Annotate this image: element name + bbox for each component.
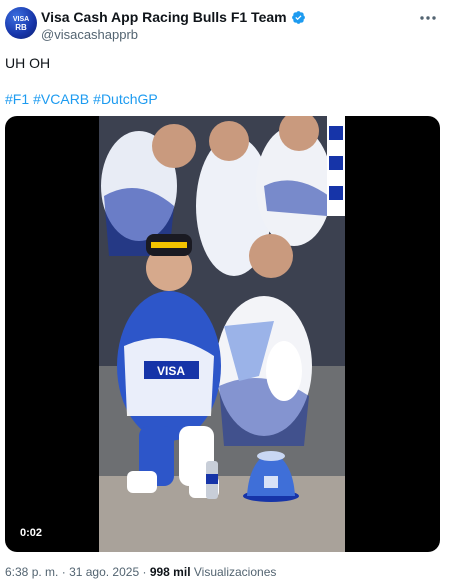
svg-text:VISA: VISA <box>13 16 29 23</box>
video-player[interactable]: VISA 0:02 <box>5 116 440 552</box>
tweet-metadata: 6:38 p. m. · 31 ago. 2025 · 998 mil Visu… <box>5 565 276 579</box>
team-logo-icon: VISA RB <box>13 16 29 32</box>
meta-separator: · <box>61 565 66 579</box>
verified-badge-icon <box>291 10 306 25</box>
more-options-icon[interactable] <box>416 10 440 26</box>
hashtag-dutchgp[interactable]: #DutchGP <box>93 90 158 108</box>
display-name-row[interactable]: Visa Cash App Racing Bulls F1 Team <box>41 9 306 26</box>
user-handle[interactable]: @visacashapprb <box>41 27 138 42</box>
tweet-date[interactable]: 31 ago. 2025 <box>69 565 139 579</box>
tweet-text: UH OH <box>5 55 51 71</box>
views-label: Visualizaciones <box>193 565 277 579</box>
display-name[interactable]: Visa Cash App Racing Bulls F1 Team <box>41 9 287 26</box>
hashtag-vcarb[interactable]: #VCARB <box>33 90 89 108</box>
video-frame-celebration: VISA <box>99 116 345 552</box>
video-duration: 0:02 <box>20 527 43 539</box>
hashtag-f1[interactable]: #F1 <box>5 90 29 108</box>
avatar[interactable]: VISA RB <box>5 7 37 39</box>
hashtag-list: #F1 #VCARB #DutchGP <box>5 90 158 108</box>
svg-text:VISA: VISA <box>157 364 185 378</box>
meta-separator-2: · <box>142 565 147 579</box>
svg-text:RB: RB <box>15 23 27 32</box>
views-count: 998 mil <box>149 565 191 579</box>
tweet-time[interactable]: 6:38 p. m. <box>5 565 58 579</box>
